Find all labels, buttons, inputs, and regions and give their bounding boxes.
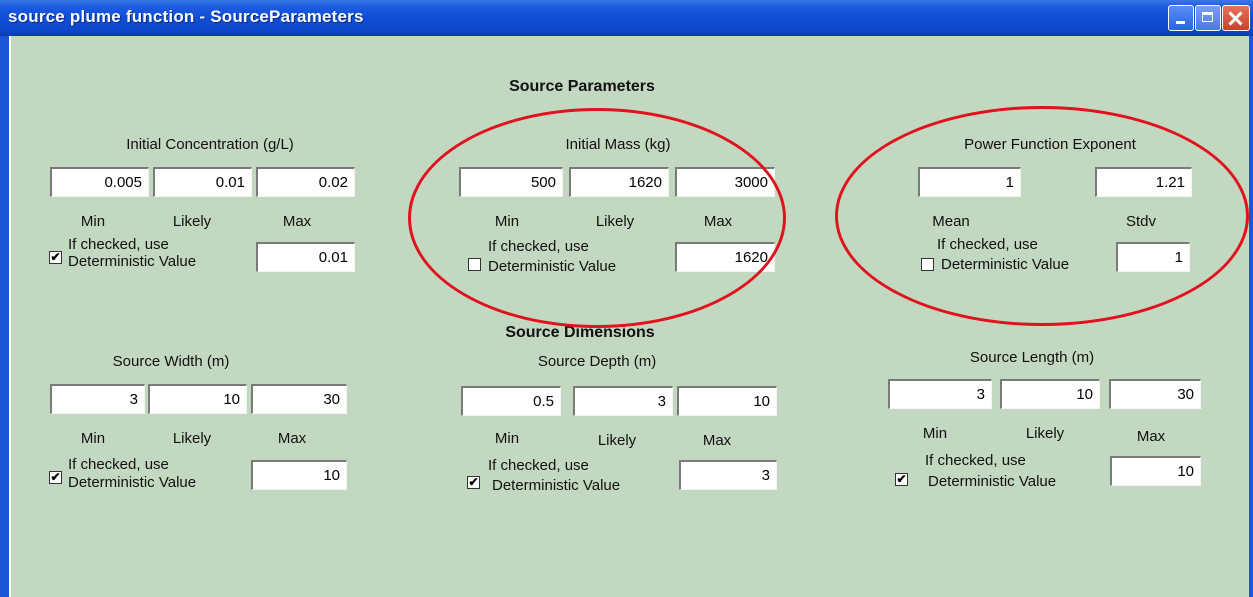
initial-mass-title: Initial Mass (kg) — [565, 136, 671, 153]
source-width-likely-label: Likely — [172, 430, 212, 447]
power-function-exponent-deterministic-checkbox[interactable] — [921, 258, 934, 271]
window-frame-right — [1249, 36, 1253, 597]
initial-mass-max-label: Max — [703, 213, 733, 230]
source-dimensions-heading: Source Dimensions — [505, 324, 655, 341]
power-function-exponent-title: Power Function Exponent — [964, 136, 1136, 153]
check-mark-icon: ✔ — [50, 470, 61, 484]
initial-mass-min-input[interactable] — [459, 167, 563, 197]
source-depth-max-label: Max — [702, 432, 732, 449]
dialog-client-area: Source Parameters Initial Concentration … — [11, 36, 1249, 597]
initial-mass-deterministic-input[interactable] — [675, 242, 775, 272]
initial-mass-checkbox-label-2: Deterministic Value — [488, 258, 617, 275]
initial-concentration-deterministic-input[interactable] — [256, 242, 355, 272]
initial-mass-deterministic-checkbox[interactable] — [468, 258, 481, 271]
source-depth-likely-label: Likely — [597, 432, 637, 449]
source-length-min-label: Min — [922, 425, 948, 442]
source-length-max-label: Max — [1136, 428, 1166, 445]
initial-mass-checkbox-label-1: If checked, use — [488, 238, 589, 255]
power-function-exponent-stdv-input[interactable] — [1095, 167, 1192, 197]
initial-concentration-max-label: Max — [282, 213, 312, 230]
initial-mass-min-label: Min — [494, 213, 520, 230]
close-button[interactable] — [1222, 5, 1250, 31]
source-length-checkbox-label-1: If checked, use — [925, 452, 1026, 469]
source-length-deterministic-checkbox[interactable]: ✔ — [895, 473, 908, 486]
source-length-min-input[interactable] — [888, 379, 992, 409]
source-width-max-label: Max — [277, 430, 307, 447]
initial-concentration-min-input[interactable] — [50, 167, 149, 197]
window-frame-left — [0, 36, 9, 597]
source-length-max-input[interactable] — [1109, 379, 1201, 409]
source-parameters-heading: Source Parameters — [509, 78, 655, 95]
source-length-title: Source Length (m) — [969, 349, 1095, 366]
power-function-exponent-deterministic-input[interactable] — [1116, 242, 1190, 272]
initial-mass-likely-label: Likely — [595, 213, 635, 230]
source-depth-checkbox-label-2: Deterministic Value — [492, 477, 621, 494]
source-length-deterministic-input[interactable] — [1110, 456, 1201, 486]
initial-concentration-deterministic-checkbox[interactable]: ✔ — [49, 251, 62, 264]
source-width-deterministic-input[interactable] — [251, 460, 347, 490]
source-width-min-input[interactable] — [50, 384, 145, 414]
initial-concentration-checkbox-label-1: If checked, use — [68, 236, 169, 253]
source-width-likely-input[interactable] — [148, 384, 247, 414]
initial-mass-likely-input[interactable] — [569, 167, 669, 197]
source-length-checkbox-label-2: Deterministic Value — [928, 473, 1057, 490]
initial-concentration-likely-label: Likely — [172, 213, 212, 230]
source-depth-likely-input[interactable] — [573, 386, 673, 416]
source-depth-max-input[interactable] — [677, 386, 777, 416]
power-function-exponent-stdv-label: Stdv — [1125, 213, 1157, 230]
power-function-exponent-mean-label: Mean — [932, 213, 970, 230]
power-function-exponent-checkbox-label-2: Deterministic Value — [941, 256, 1070, 273]
source-length-likely-input[interactable] — [1000, 379, 1100, 409]
source-depth-deterministic-checkbox[interactable]: ✔ — [467, 476, 480, 489]
power-function-exponent-mean-input[interactable] — [918, 167, 1021, 197]
source-width-checkbox-label-1: If checked, use — [68, 456, 169, 473]
source-width-checkbox-label-2: Deterministic Value — [68, 474, 197, 491]
check-mark-icon: ✔ — [50, 250, 61, 264]
window-title: source plume function - SourceParameters — [8, 7, 364, 26]
source-depth-min-input[interactable] — [461, 386, 561, 416]
source-width-min-label: Min — [80, 430, 106, 447]
initial-concentration-max-input[interactable] — [256, 167, 355, 197]
initial-concentration-title: Initial Concentration (g/L) — [126, 136, 294, 153]
source-depth-min-label: Min — [494, 430, 520, 447]
check-mark-icon: ✔ — [896, 472, 907, 486]
source-width-max-input[interactable] — [251, 384, 347, 414]
source-depth-deterministic-input[interactable] — [679, 460, 777, 490]
initial-concentration-min-label: Min — [80, 213, 106, 230]
maximize-button[interactable] — [1195, 5, 1221, 31]
minimize-button[interactable] — [1168, 5, 1194, 31]
title-bar: source plume function - SourceParameters — [0, 0, 1253, 36]
initial-concentration-checkbox-label-2: Deterministic Value — [68, 253, 197, 270]
source-width-title: Source Width (m) — [112, 353, 230, 370]
power-function-exponent-checkbox-label-1: If checked, use — [937, 236, 1038, 253]
source-width-deterministic-checkbox[interactable]: ✔ — [49, 471, 62, 484]
source-depth-title: Source Depth (m) — [537, 353, 657, 370]
initial-concentration-likely-input[interactable] — [153, 167, 252, 197]
source-length-likely-label: Likely — [1025, 425, 1065, 442]
check-mark-icon: ✔ — [468, 475, 479, 489]
initial-mass-max-input[interactable] — [675, 167, 775, 197]
source-depth-checkbox-label-1: If checked, use — [488, 457, 589, 474]
